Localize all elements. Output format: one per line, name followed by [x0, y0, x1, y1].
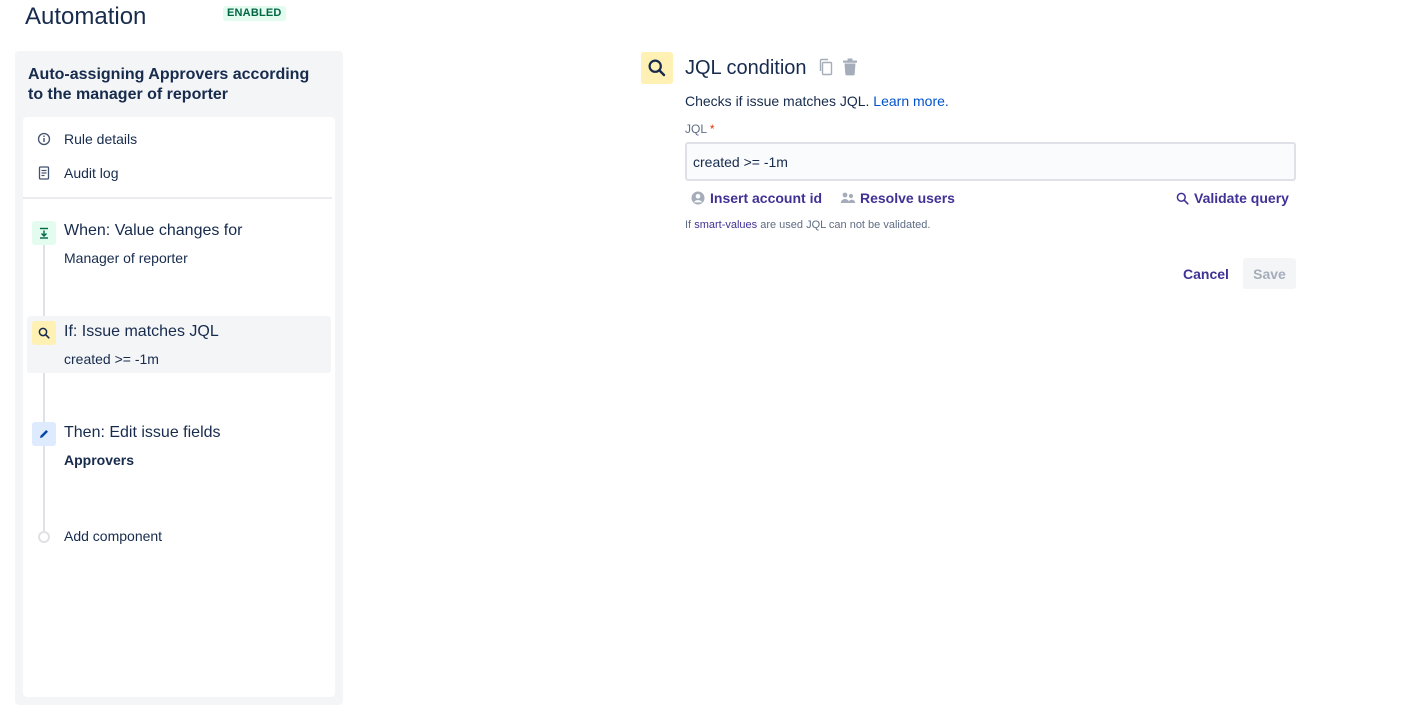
rule-title: Auto-assigning Approvers according to th… [28, 66, 310, 103]
insert-account-id-button[interactable]: Insert account id [690, 188, 822, 208]
component-title: JQL condition [685, 57, 807, 79]
nav-audit-log[interactable]: Audit log [23, 158, 335, 188]
rule-components-card: Rule details Audit log When: Value chang… [23, 117, 335, 697]
insert-account-id-label: Insert account id [710, 190, 823, 206]
resolve-users-button[interactable]: Resolve users [840, 188, 955, 208]
field-label-text: JQL [685, 122, 707, 136]
cancel-button[interactable]: Cancel [1176, 258, 1236, 289]
add-component-circle-icon [38, 531, 50, 543]
status-badge: ENABLED [223, 6, 286, 21]
step-subtitle: created >= -1m [64, 351, 159, 367]
search-icon [32, 321, 56, 345]
pencil-icon [32, 422, 56, 446]
jql-help-text: If smart-values are used JQL can not be … [685, 219, 930, 231]
people-icon [840, 190, 856, 206]
validate-query-label: Validate query [1194, 190, 1289, 206]
step-subtitle: Approvers [64, 452, 135, 468]
jql-condition-search-icon [641, 52, 673, 84]
step-subtitle: Manager of reporter [64, 250, 188, 266]
nav-label: Audit log [64, 165, 119, 181]
nav-rule-details[interactable]: Rule details [23, 124, 335, 154]
user-avatar-icon [690, 190, 706, 206]
jql-field-label: JQL * [685, 122, 715, 136]
rule-sidebar: Auto-assigning Approvers according to th… [15, 51, 343, 705]
copy-icon[interactable] [818, 58, 834, 76]
divider [23, 197, 332, 199]
save-button[interactable]: Save [1243, 258, 1296, 289]
resolve-users-label: Resolve users [860, 190, 955, 206]
trigger-step[interactable]: When: Value changes for Manager of repor… [27, 214, 331, 274]
page-header: Automation [25, 3, 146, 31]
smart-values-link[interactable]: smart-values [694, 219, 757, 231]
nav-label: Rule details [64, 131, 138, 147]
add-component-label: Add component [64, 528, 163, 544]
condition-step[interactable]: If: Issue matches JQL created >= -1m [27, 316, 331, 373]
step-title: If: Issue matches JQL [64, 323, 219, 340]
add-component-button[interactable]: Add component [23, 525, 335, 549]
help-prefix: If [685, 219, 692, 231]
info-icon [36, 131, 52, 147]
search-icon [1174, 190, 1190, 206]
component-description: Checks if issue matches JQL. Learn more. [685, 93, 949, 109]
help-suffix: are used JQL can not be validated. [760, 219, 931, 231]
trash-icon[interactable] [842, 58, 858, 76]
required-marker: * [709, 122, 715, 136]
learn-more-link[interactable]: Learn more. [873, 93, 948, 109]
validate-query-button[interactable]: Validate query [1174, 188, 1289, 208]
description-text: Checks if issue matches JQL. [685, 93, 870, 109]
trigger-icon [32, 221, 56, 245]
step-title: When: Value changes for [64, 222, 243, 239]
jql-input[interactable] [685, 142, 1296, 181]
timeline-line [43, 232, 45, 537]
step-title: Then: Edit issue fields [64, 424, 221, 441]
page-title: Automation [25, 3, 147, 30]
document-icon [36, 165, 52, 181]
action-step[interactable]: Then: Edit issue fields Approvers [27, 417, 331, 477]
